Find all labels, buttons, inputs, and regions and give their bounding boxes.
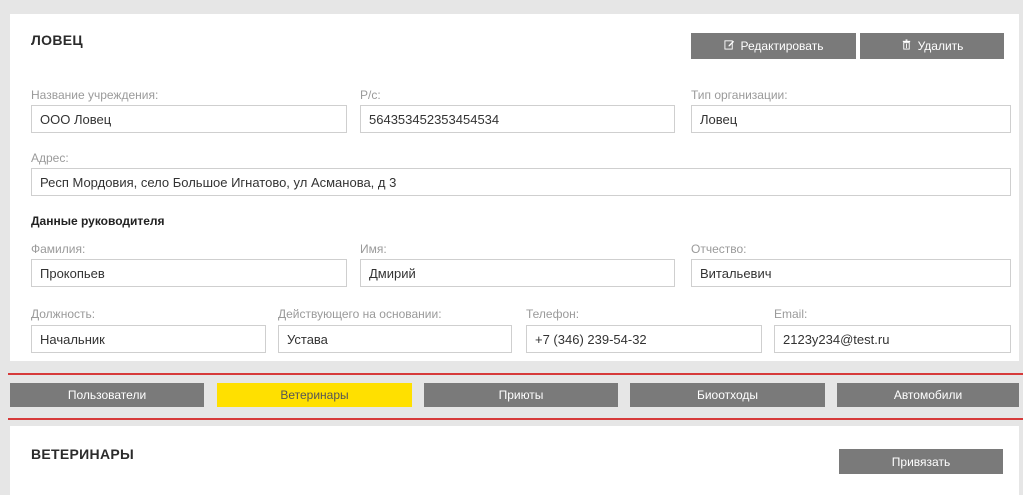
- vets-card: ВЕТЕРИНАРЫ Привязать: [10, 426, 1019, 495]
- phone-field[interactable]: +7 (346) 239-54-32: [526, 325, 762, 353]
- tab-vets[interactable]: Ветеринары: [217, 383, 412, 407]
- account-field[interactable]: 564353452353454534: [360, 105, 675, 133]
- org-type-field[interactable]: Ловец: [691, 105, 1011, 133]
- edit-icon: [724, 39, 735, 53]
- phone-label: Телефон:: [526, 307, 580, 321]
- surname-field[interactable]: Прокопьев: [31, 259, 347, 287]
- trash-icon: [901, 39, 912, 53]
- director-heading: Данные руководителя: [31, 214, 165, 228]
- tab-biowaste[interactable]: Биоотходы: [630, 383, 825, 407]
- organization-title: ЛОВЕЦ: [31, 32, 83, 48]
- org-type-label: Тип организации:: [691, 88, 788, 102]
- delete-button-label: Удалить: [917, 39, 964, 53]
- email-field[interactable]: 2123y234@test.ru: [774, 325, 1011, 353]
- surname-label: Фамилия:: [31, 242, 86, 256]
- tab-users[interactable]: Пользователи: [10, 383, 204, 407]
- tab-cars[interactable]: Автомобили: [837, 383, 1019, 407]
- edit-button-label: Редактировать: [740, 39, 824, 53]
- institution-name-label: Название учреждения:: [31, 88, 159, 102]
- account-label: Р/с:: [360, 88, 381, 102]
- position-label: Должность:: [31, 307, 96, 321]
- email-label: Email:: [774, 307, 808, 321]
- first-name-label: Имя:: [360, 242, 387, 256]
- first-name-field[interactable]: Дмирий: [360, 259, 675, 287]
- position-field[interactable]: Начальник: [31, 325, 266, 353]
- institution-name-field[interactable]: ООО Ловец: [31, 105, 347, 133]
- delete-button[interactable]: Удалить: [860, 33, 1004, 59]
- address-label: Адрес:: [31, 151, 69, 165]
- vets-title: ВЕТЕРИНАРЫ: [31, 446, 135, 462]
- patronymic-label: Отчество:: [691, 242, 747, 256]
- organization-card: ЛОВЕЦ Редактировать Удалить Название учр…: [10, 14, 1019, 361]
- address-field[interactable]: Респ Мордовия, село Большое Игнатово, ул…: [31, 168, 1011, 196]
- patronymic-field[interactable]: Витальевич: [691, 259, 1011, 287]
- basis-field[interactable]: Устава: [278, 325, 512, 353]
- bind-button[interactable]: Привязать: [839, 449, 1003, 474]
- top-divider: [8, 373, 1023, 375]
- bottom-divider: [8, 418, 1023, 420]
- basis-label: Действующего на основании:: [278, 307, 442, 321]
- edit-button[interactable]: Редактировать: [691, 33, 856, 59]
- tab-shelters[interactable]: Приюты: [424, 383, 618, 407]
